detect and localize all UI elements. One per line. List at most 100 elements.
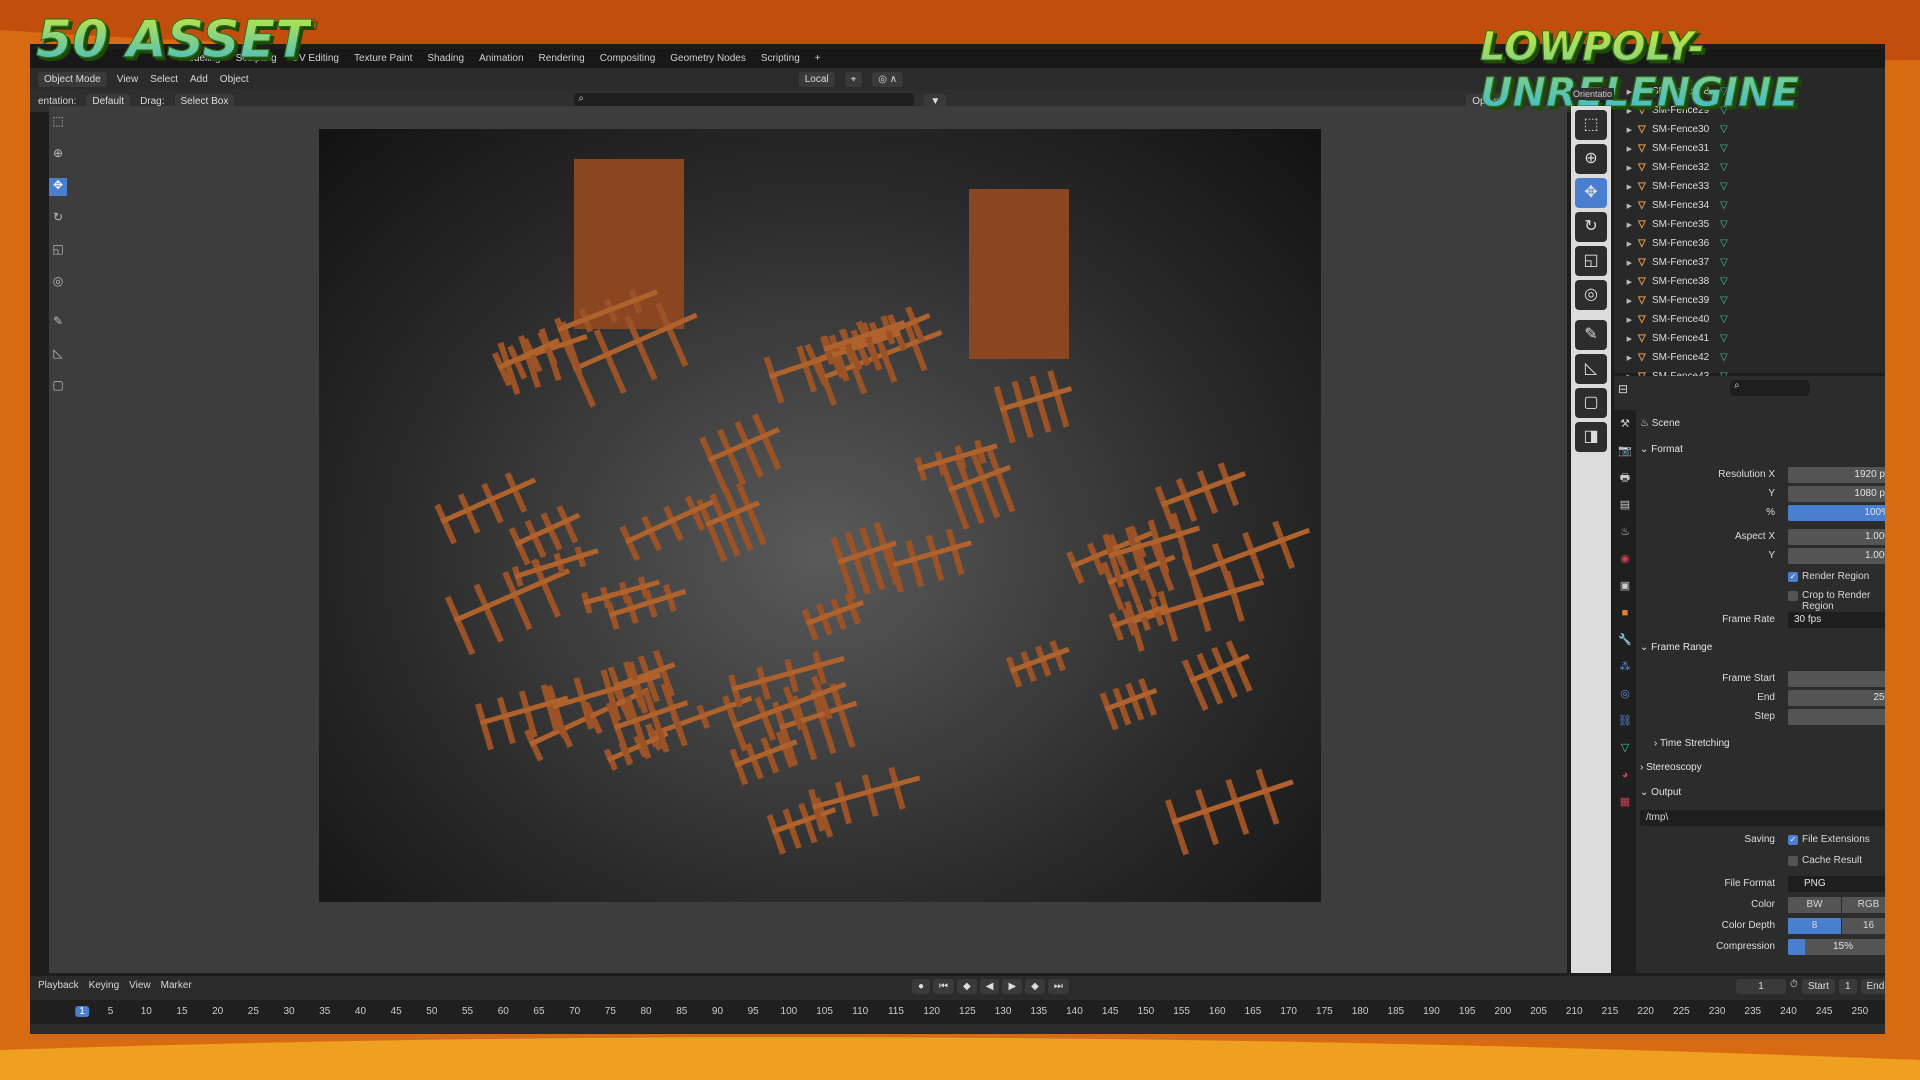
compression-slider[interactable]: 15% — [1788, 939, 1885, 955]
color-mode-option[interactable]: BW — [1788, 897, 1841, 913]
rotate-tool-icon[interactable]: ↻ — [49, 210, 67, 228]
workspace-tab[interactable]: Rendering — [539, 53, 585, 64]
prev-key-icon[interactable]: ◆ — [957, 979, 977, 994]
file-extensions-checkbox[interactable]: ✓ — [1788, 835, 1798, 845]
add-object-icon[interactable]: ◨ — [1575, 422, 1607, 452]
measure-icon[interactable]: ◺ — [1575, 354, 1607, 384]
outliner-item[interactable]: ▶ ▽ SM-Fence35 ▽ — [1614, 215, 1885, 234]
workspace-tab[interactable]: Geometry Nodes — [670, 53, 746, 64]
cursor-icon[interactable]: ⊕ — [1575, 144, 1607, 174]
expand-arrow-icon[interactable]: ▶ — [1614, 145, 1638, 153]
header-menu-item[interactable]: Add — [190, 74, 208, 85]
proportional-edit-icon[interactable]: ◎ ∧ — [872, 71, 904, 87]
select-tool-icon[interactable]: ⬚ — [49, 114, 67, 132]
expand-arrow-icon[interactable]: ▶ — [1614, 164, 1638, 172]
move-tool-icon[interactable]: ✥ — [49, 178, 67, 196]
jump-start-icon[interactable]: ⏮ — [933, 979, 955, 994]
transform-space-dropdown[interactable]: Local — [798, 71, 835, 87]
select-box-icon[interactable]: ⬚ — [1575, 110, 1607, 140]
timeline-menu-item[interactable]: Keying — [89, 980, 120, 991]
workspace-tab[interactable]: Scripting — [761, 53, 800, 64]
start-frame-field[interactable]: 1 — [1838, 979, 1857, 994]
frame-start-field[interactable]: 1 — [1788, 671, 1885, 687]
color-depth-option[interactable]: 16 — [1842, 918, 1885, 934]
rotate-icon[interactable]: ↻ — [1575, 212, 1607, 242]
outliner-item[interactable]: ▶ ▽ SM-Fence41 ▽ — [1614, 329, 1885, 348]
aspect-x-field[interactable]: 1.000 — [1788, 529, 1885, 545]
expand-arrow-icon[interactable]: ▶ — [1614, 183, 1638, 191]
frame-end-field[interactable]: 250 — [1788, 690, 1885, 706]
expand-arrow-icon[interactable]: ▶ — [1614, 354, 1638, 362]
transform-icon[interactable]: ◎ — [1575, 280, 1607, 310]
time-stretching-panel[interactable]: › Time Stretching — [1654, 738, 1730, 749]
move-icon[interactable]: ✥ — [1575, 178, 1607, 208]
end-frame-label[interactable]: End — [1860, 979, 1885, 994]
expand-arrow-icon[interactable]: ▶ — [1614, 126, 1638, 134]
add-cube-icon[interactable]: ▢ — [1575, 388, 1607, 418]
outliner-item[interactable]: ▶ ▽ SM-Fence37 ▽ — [1614, 253, 1885, 272]
next-key-icon[interactable]: ◆ — [1025, 979, 1045, 994]
timeline-ruler[interactable]: 1 5 10 15 20 25 30 35 40 45 50 55 60 65 70 75 80 85 90 95 10… — [30, 1000, 1885, 1024]
workspace-tab[interactable]: Animation — [479, 53, 523, 64]
play-reverse-icon[interactable]: ◀ — [979, 979, 1000, 994]
keyframe-record-icon[interactable]: ● — [912, 979, 931, 994]
mode-dropdown[interactable]: Object Mode — [38, 71, 107, 87]
output-path-field[interactable]: /tmp\ — [1640, 810, 1885, 826]
expand-arrow-icon[interactable]: ▶ — [1614, 221, 1638, 229]
measure-tool-icon[interactable]: ◺ — [49, 346, 67, 364]
current-frame-field[interactable]: 1 — [1736, 979, 1786, 994]
resolution-percent-field[interactable]: 100% — [1788, 505, 1885, 521]
annotate-tool-icon[interactable]: ✎ — [49, 314, 67, 332]
timeline-menu-item[interactable]: View — [129, 980, 151, 991]
expand-arrow-icon[interactable]: ▶ — [1614, 316, 1638, 324]
frame-step-field[interactable]: 1 — [1788, 709, 1885, 725]
annotate-icon[interactable]: ✎ — [1575, 320, 1607, 350]
jump-end-icon[interactable]: ⏭ — [1047, 979, 1069, 994]
3d-viewport[interactable]: ⬚ ⊕ ✥ ↻ ◱ ◎ ✎ ◺ ▢ — [49, 106, 1567, 973]
frame-range-panel[interactable]: ⌄ Frame Range — [1640, 642, 1712, 653]
output-panel[interactable]: ⌄ Output — [1640, 787, 1681, 798]
scale-icon[interactable]: ◱ — [1575, 246, 1607, 276]
timeline-menu-item[interactable]: Marker — [161, 980, 192, 991]
header-menu-item[interactable]: Object — [220, 74, 249, 85]
outliner-item[interactable]: ▶ ▽ SM-Fence42 ▽ — [1614, 348, 1885, 367]
crop-region-checkbox[interactable] — [1788, 591, 1798, 601]
frame-rate-field[interactable]: 30 fps — [1788, 612, 1885, 628]
play-icon[interactable]: ▶ — [1002, 979, 1023, 994]
cursor-tool-icon[interactable]: ⊕ — [49, 146, 67, 164]
stereoscopy-panel[interactable]: › Stereoscopy — [1640, 762, 1702, 773]
scale-tool-icon[interactable]: ◱ — [49, 242, 67, 260]
expand-arrow-icon[interactable]: ▶ — [1614, 202, 1638, 210]
outliner-item[interactable]: ▶ ▽ SM-Fence36 ▽ — [1614, 234, 1885, 253]
workspace-tab[interactable]: + — [815, 53, 821, 64]
outliner-item[interactable]: ▶ ▽ SM-Fence39 ▽ — [1614, 291, 1885, 310]
outliner-item[interactable]: ▶ ▽ SM-Fence40 ▽ — [1614, 310, 1885, 329]
resolution-y-field[interactable]: 1080 px — [1788, 486, 1885, 502]
outliner-item[interactable]: ▶ ▽ SM-Fence38 ▽ — [1614, 272, 1885, 291]
expand-arrow-icon[interactable]: ▶ — [1614, 297, 1638, 305]
outliner-item[interactable]: ▶ ▽ SM-Fence34 ▽ — [1614, 196, 1885, 215]
header-menu-item[interactable]: Select — [150, 74, 178, 85]
header-menu-item[interactable]: View — [117, 74, 139, 85]
format-panel[interactable]: ⌄ Format — [1640, 444, 1683, 455]
render-region-checkbox[interactable]: ✓ — [1788, 572, 1798, 582]
expand-arrow-icon[interactable]: ▶ — [1614, 335, 1638, 343]
outliner-item[interactable]: ▶ ▽ SM-Fence32 ▽ — [1614, 158, 1885, 177]
snap-icon[interactable]: ⌖ — [844, 71, 863, 87]
transform-tool-icon[interactable]: ◎ — [49, 274, 67, 292]
file-format-field[interactable]: PNG — [1788, 876, 1885, 892]
add-cube-tool-icon[interactable]: ▢ — [49, 378, 67, 396]
aspect-y-field[interactable]: 1.000 — [1788, 548, 1885, 564]
expand-arrow-icon[interactable]: ▶ — [1614, 278, 1638, 286]
outliner-item[interactable]: ▶ ▽ SM-Fence33 ▽ — [1614, 177, 1885, 196]
outliner-item[interactable]: ▶ ▽ SM-Fence30 ▽ — [1614, 120, 1885, 139]
workspace-tab[interactable]: Texture Paint — [354, 53, 412, 64]
color-mode-option[interactable]: RGB — [1842, 897, 1885, 913]
color-depth-option[interactable]: 8 — [1788, 918, 1841, 934]
expand-arrow-icon[interactable]: ▶ — [1614, 259, 1638, 267]
workspace-tab[interactable]: Compositing — [600, 53, 656, 64]
cache-result-checkbox[interactable] — [1788, 856, 1798, 866]
expand-arrow-icon[interactable]: ▶ — [1614, 240, 1638, 248]
resolution-x-field[interactable]: 1920 px — [1788, 467, 1885, 483]
workspace-tab[interactable]: Shading — [427, 53, 464, 64]
